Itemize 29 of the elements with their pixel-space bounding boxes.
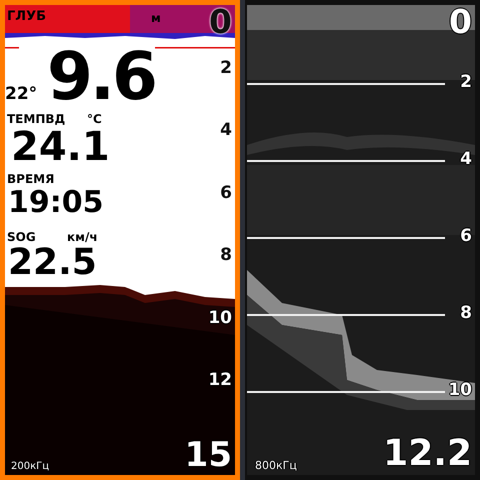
frequency-label: 200кГц: [11, 461, 50, 472]
depth-range: 12.2: [383, 435, 472, 473]
depth-label: 8: [460, 302, 472, 325]
depth-label: 0: [449, 5, 472, 39]
depth-label: 8: [220, 244, 232, 267]
readout-value: 9.6: [47, 44, 155, 110]
depth-label: 6: [460, 225, 472, 248]
depth-label: 2: [220, 56, 232, 80]
unit-label: м: [151, 12, 161, 24]
readout-value: 22.5: [8, 245, 97, 281]
readout-label: ГЛУБ: [7, 10, 46, 23]
depth-label: 4: [220, 119, 232, 142]
readout-value: 24.1: [11, 127, 110, 167]
depth-label: 4: [460, 148, 472, 171]
readout-label: ВРЕМЯ: [7, 173, 54, 185]
readout-value: 19:05: [8, 188, 104, 218]
depth-label: 0: [209, 5, 232, 39]
depth-label: 2: [460, 71, 472, 94]
depth-label: 12: [208, 369, 232, 392]
depth-label: 10: [208, 306, 232, 330]
frequency-label: 800кГц: [255, 459, 297, 472]
readout-label: ТЕМПВД: [7, 113, 66, 125]
depth-label: 10: [448, 379, 472, 402]
unit-label: °C: [87, 113, 102, 125]
readout-label: SOG: [7, 231, 36, 243]
depth-label: 6: [220, 182, 232, 204]
temperature-value: 22°: [5, 86, 38, 103]
depth-range: 15: [184, 437, 232, 473]
unit-label: км/ч: [67, 231, 98, 243]
